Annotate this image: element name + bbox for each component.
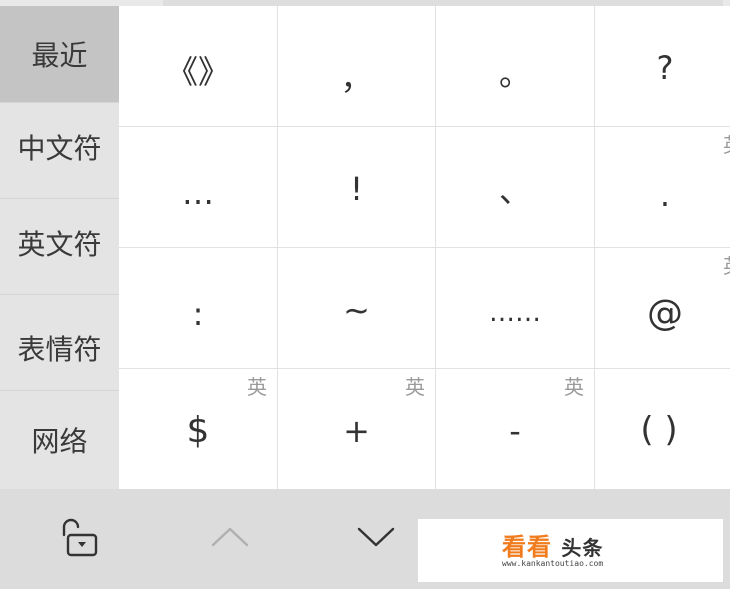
symbol-key[interactable]: ~ [278, 248, 436, 369]
watermark-brand-dark: 头条 [561, 536, 604, 560]
watermark-brand-orange: 看看 [502, 533, 552, 561]
category-label: 网络 [31, 425, 88, 458]
category-label: 中文符 [17, 131, 102, 165]
english-tag: 英 [723, 256, 730, 276]
symbol-glyph: + [343, 412, 370, 450]
category-recent[interactable]: 最近 [0, 6, 119, 102]
lock-button[interactable] [40, 489, 120, 589]
english-tag: 英 [723, 135, 730, 155]
symbol-key[interactable]: … [119, 127, 278, 248]
symbol-key[interactable]: 《》 [119, 6, 278, 127]
symbol-key[interactable]: ， [278, 6, 436, 127]
symbol-key[interactable]: 英 - [436, 369, 595, 489]
chevron-down-icon [356, 525, 396, 553]
symbol-key[interactable]: ? [595, 6, 730, 127]
category-english-symbols[interactable]: 英文符 [0, 198, 119, 294]
symbol-key[interactable]: 英 @ [595, 248, 730, 369]
symbol-glyph: 、 [498, 172, 531, 210]
english-tag: 英 [405, 375, 425, 399]
symbol-glyph: ( ) [640, 410, 678, 450]
symbol-keyboard: 最近 中文符 英文符 表情符 网络 《》 ， 。 ? … ! 、 英 . [0, 0, 730, 589]
symbol-grid: 《》 ， 。 ? … ! 、 英 . : ~ [119, 6, 730, 489]
symbol-glyph: . [659, 176, 671, 214]
scroll-down-button[interactable] [336, 489, 416, 589]
symbol-key[interactable]: …… [436, 248, 595, 369]
symbol-key[interactable]: ( ) [595, 369, 730, 489]
symbol-key[interactable]: 。 [436, 6, 595, 127]
keyboard-toolbar: 看看 头条 www.kankantoutiao.com [0, 489, 730, 589]
symbol-glyph: : [192, 295, 204, 333]
symbol-key[interactable]: 、 [436, 127, 595, 248]
symbol-glyph: … [182, 174, 214, 212]
symbol-glyph: 《》 [165, 53, 230, 91]
english-tag: 英 [564, 375, 584, 399]
symbol-key[interactable]: ! [278, 127, 436, 248]
category-label: 表情符 [17, 332, 102, 366]
symbol-glyph: ~ [343, 291, 370, 329]
symbol-glyph: …… [489, 298, 541, 328]
symbol-glyph: ， [340, 59, 373, 97]
symbol-key[interactable]: 英 $ [119, 369, 278, 489]
symbol-glyph: $ [186, 410, 210, 451]
watermark-logo: 看看 头条 www.kankantoutiao.com [418, 519, 723, 582]
scroll-up-button[interactable] [190, 489, 270, 589]
category-label: 最近 [31, 39, 88, 72]
watermark-brand: 看看 头条 [502, 527, 603, 562]
symbol-glyph: @ [647, 293, 683, 334]
symbol-key[interactable]: 英 . [595, 127, 730, 248]
chevron-up-icon [210, 525, 250, 553]
symbol-glyph: ? [656, 49, 674, 87]
symbol-glyph: 。 [498, 55, 531, 93]
category-network[interactable]: 网络 [0, 390, 119, 489]
watermark-url: www.kankantoutiao.com [502, 559, 604, 568]
english-tag: 英 [247, 375, 267, 399]
symbol-key[interactable]: 英 + [278, 369, 436, 489]
unlock-icon [56, 517, 104, 561]
category-emoticons[interactable]: 表情符 [0, 294, 119, 390]
symbol-glyph: - [509, 412, 521, 450]
category-chinese-symbols[interactable]: 中文符 [0, 102, 119, 198]
category-sidebar: 最近 中文符 英文符 表情符 网络 [0, 6, 119, 489]
symbol-glyph: ! [350, 170, 363, 208]
category-label: 英文符 [17, 227, 102, 261]
symbol-key[interactable]: : [119, 248, 278, 369]
